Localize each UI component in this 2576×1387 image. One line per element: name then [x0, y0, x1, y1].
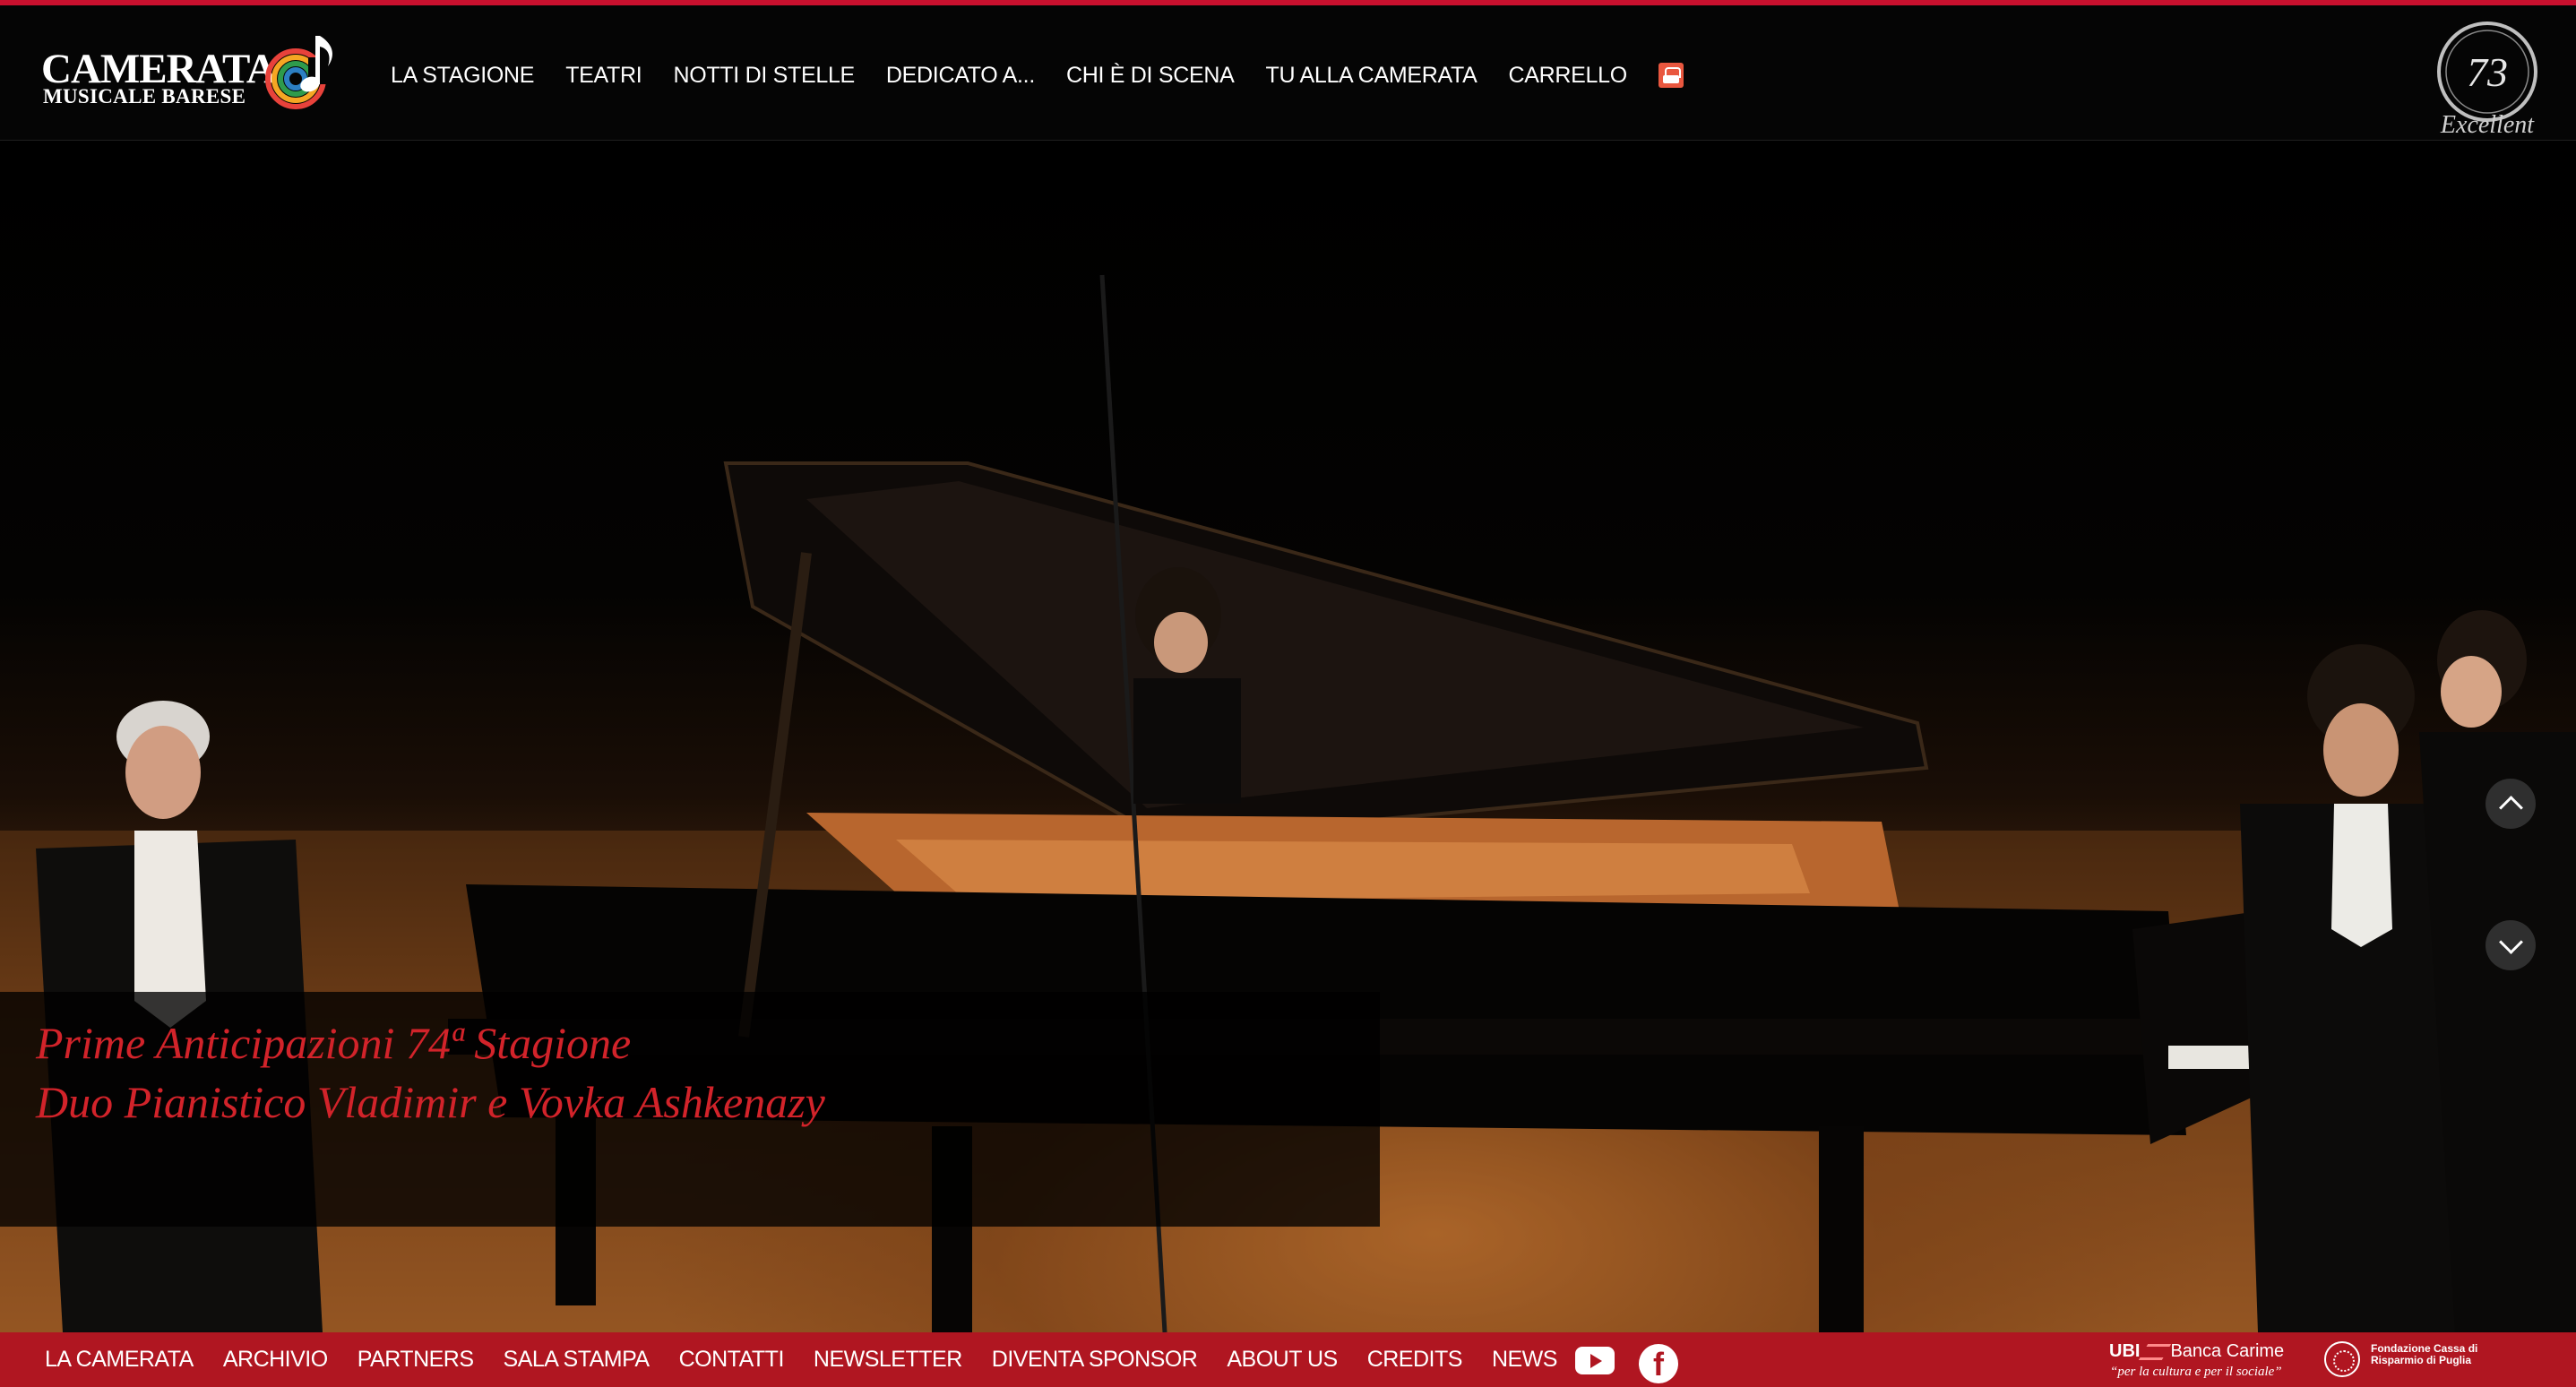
footer-nav: LA CAMERATA ARCHIVIO PARTNERS SALA STAMP…: [45, 1332, 1557, 1387]
footer-newsletter[interactable]: NEWSLETTER: [814, 1347, 962, 1373]
camerata-logo[interactable]: CAMERATA MUSICALE BARESE: [39, 27, 353, 116]
shopping-bag-icon[interactable]: [1658, 63, 1684, 88]
logo-line-2: MUSICALE BARESE: [43, 85, 246, 108]
logo-line-1: CAMERATA: [41, 46, 277, 92]
ubi-banca-carime-logo[interactable]: UBI Banca Carime “per la cultura e per il…: [2109, 1341, 2306, 1381]
sponsor-ubi-text: UBI: [2109, 1341, 2141, 1361]
youtube-icon[interactable]: [1575, 1347, 1615, 1374]
hero-caption-subtitle: Duo Pianistico Vladimir e Vovka Ashkenaz…: [36, 1077, 825, 1127]
footer-partners[interactable]: PARTNERS: [358, 1347, 474, 1373]
nav-tu-alla-camerata[interactable]: TU ALLA CAMERATA: [1265, 63, 1477, 89]
fondazione-text: Fondazione Cassa di Risparmio di Puglia: [2371, 1342, 2478, 1366]
hero-caption[interactable]: Prime Anticipazioni 74ª Stagione Duo Pia…: [0, 992, 1380, 1227]
sponsor-tagline: “per la cultura e per il sociale”: [2110, 1365, 2282, 1379]
sponsor-carime-text: Banca Carime: [2170, 1341, 2285, 1361]
slider-down-button[interactable]: [2486, 920, 2536, 970]
footer-news[interactable]: NEWS: [1492, 1347, 1558, 1373]
chevron-down-icon: [2499, 930, 2523, 954]
nav-dedicato-a[interactable]: DEDICATO A...: [886, 63, 1035, 89]
main-nav: LA STAGIONE TEATRI NOTTI DI STELLE DEDIC…: [391, 57, 1684, 93]
footer-contatti[interactable]: CONTATTI: [679, 1347, 785, 1373]
site-header: CAMERATA MUSICALE BARESE LA STAGIONE TEA…: [0, 5, 2576, 141]
footer-diventa-sponsor[interactable]: DIVENTA SPONSOR: [992, 1347, 1198, 1373]
slider-up-button[interactable]: [2486, 779, 2536, 829]
nav-teatri[interactable]: TEATRI: [565, 63, 642, 89]
footer-archivio[interactable]: ARCHIVIO: [223, 1347, 328, 1373]
fondazione-cassa-risparmio-logo[interactable]: Fondazione Cassa di Risparmio di Puglia: [2324, 1340, 2503, 1381]
site-footer: LA CAMERATA ARCHIVIO PARTNERS SALA STAMP…: [0, 1332, 2576, 1387]
colored-rings-logo-icon: [265, 36, 333, 109]
facebook-icon[interactable]: f: [1639, 1344, 1678, 1383]
footer-la-camerata[interactable]: LA CAMERATA: [45, 1347, 194, 1373]
svg-text:Excellent: Excellent: [2440, 111, 2535, 139]
footer-about-us[interactable]: ABOUT US: [1227, 1347, 1338, 1373]
nav-chi-e-di-scena[interactable]: CHI È DI SCENA: [1066, 63, 1235, 89]
chevron-up-icon: [2499, 796, 2523, 820]
fondazione-seal-icon: [2324, 1341, 2360, 1377]
footer-credits[interactable]: CREDITS: [1367, 1347, 1463, 1373]
footer-sala-stampa[interactable]: SALA STAMPA: [504, 1347, 650, 1373]
nav-carrello[interactable]: CARRELLO: [1508, 63, 1627, 89]
nav-notti-di-stelle[interactable]: NOTTI DI STELLE: [673, 63, 855, 89]
svg-text:73: 73: [2467, 49, 2508, 95]
nav-la-stagione[interactable]: LA STAGIONE: [391, 63, 534, 89]
hero-caption-title: Prime Anticipazioni 74ª Stagione: [36, 1018, 632, 1068]
73-stagione-excellent-badge: 73 Excellent: [2437, 22, 2537, 139]
carime-mark-icon: [2139, 1343, 2172, 1360]
